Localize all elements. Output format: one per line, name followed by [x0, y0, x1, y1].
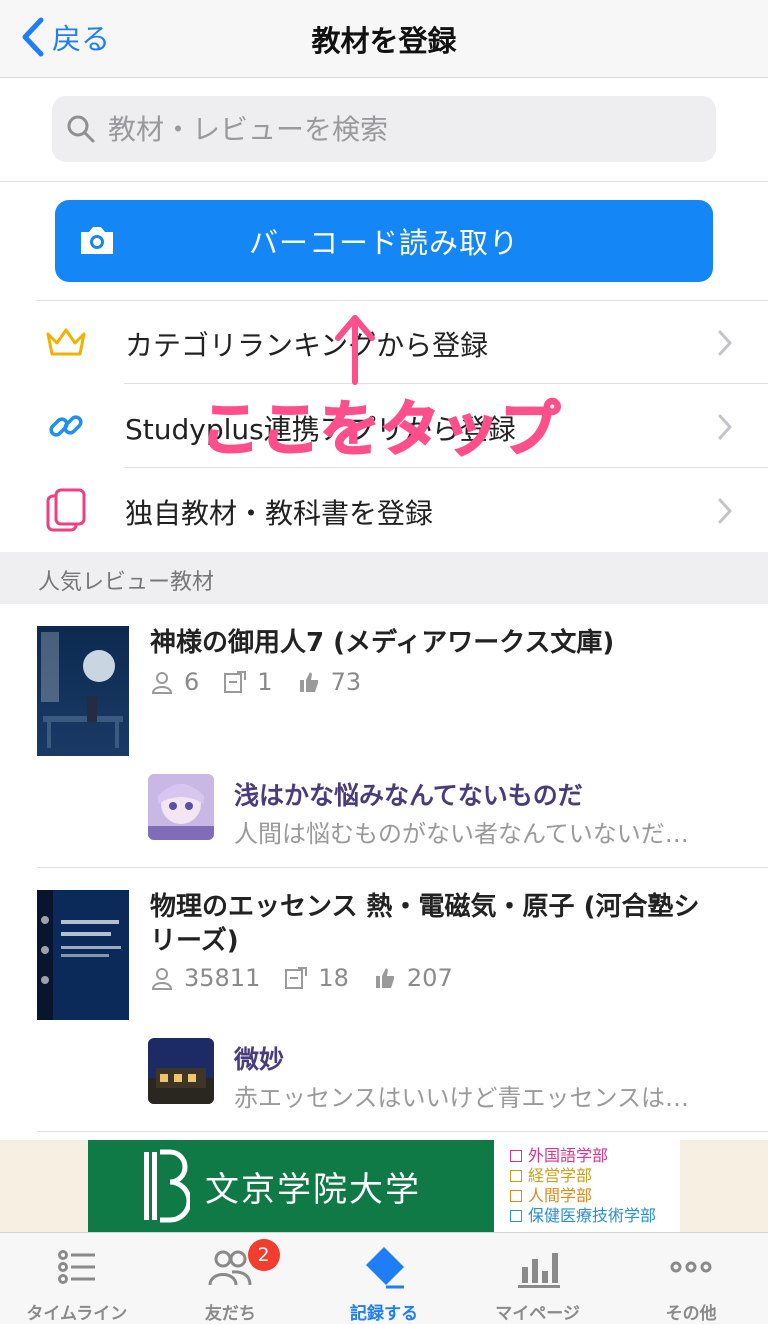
chevron-right-icon — [718, 498, 732, 524]
menu-item-custom-material[interactable]: 独自教材・教科書を登録 — [0, 468, 768, 552]
chevron-right-icon — [718, 414, 732, 440]
search-icon — [67, 115, 95, 143]
tab-more[interactable]: その他 — [614, 1233, 768, 1324]
book-stats: 6 1 73 — [150, 668, 385, 696]
bar-chart-icon — [517, 1253, 560, 1288]
search-field[interactable] — [52, 96, 716, 162]
camera-icon — [81, 227, 113, 254]
register-menu: カテゴリランキングから登録 Studyplus連携アプリから登録 独自教材・教科… — [0, 300, 768, 552]
menu-item-category-ranking[interactable]: カテゴリランキングから登録 — [0, 300, 768, 384]
review-title: 浅はかな悩みなんてないものだ — [234, 781, 583, 810]
friends-icon — [208, 1250, 252, 1286]
search-area — [0, 78, 768, 182]
tab-timeline[interactable]: タイムライン — [0, 1233, 154, 1324]
thumbs-up-icon — [375, 968, 394, 988]
barcode-scan-label: バーコード読み取り — [248, 226, 519, 260]
pencil-icon — [365, 1247, 404, 1289]
reviews-count: 1 — [257, 668, 273, 696]
tab-record[interactable]: 記録する — [307, 1233, 461, 1324]
book-stats: 35811 18 207 — [150, 964, 477, 992]
tab-label: タイムライン — [26, 1304, 128, 1324]
reviews-count: 18 — [318, 964, 349, 992]
ad-faculty-label: 保健医療技術学部 — [528, 1206, 657, 1225]
book-cover — [37, 626, 129, 756]
menu-item-label: Studyplus連携アプリから登録 — [125, 413, 516, 446]
menu-item-label: 独自教材・教科書を登録 — [125, 497, 434, 530]
barcode-scan-button[interactable]: バーコード読み取り — [55, 200, 713, 282]
tab-label: マイページ — [495, 1304, 580, 1324]
divider — [37, 1131, 768, 1132]
likes-count: 207 — [406, 964, 453, 992]
thumbs-up-icon — [299, 672, 318, 692]
reviewer-avatar — [148, 774, 214, 840]
ad-faculty-item: 経営学部 — [510, 1166, 680, 1186]
ad-faculty-list: 外国語学部 経営学部 人間学部 保健医療技術学部 — [494, 1140, 680, 1232]
tab-bar: タイムライン 2 友だち 記録する マイページ その他 — [0, 1232, 768, 1324]
user-icon — [151, 672, 173, 694]
tab-label: 友だち — [204, 1304, 256, 1324]
tab-friends[interactable]: 2 友だち — [154, 1233, 308, 1324]
checkbox-icon — [510, 1210, 522, 1222]
notebook-icon — [46, 488, 86, 532]
search-input[interactable] — [108, 112, 668, 146]
menu-item-studyplus-apps[interactable]: Studyplus連携アプリから登録 — [0, 384, 768, 468]
review-text: 人間は悩むものがない者なんていないだ… — [234, 820, 689, 848]
page-title: 教材を登録 — [311, 24, 457, 58]
checkbox-icon — [510, 1150, 522, 1162]
user-icon — [151, 968, 173, 990]
ad-faculty-label: 人間学部 — [528, 1186, 593, 1205]
ad-faculty-item: 保健医療技術学部 — [510, 1206, 680, 1226]
book-title: 物理のエッセンス 熱・電磁気・原子 (河合塾シリーズ) — [150, 892, 700, 956]
ad-faculty-label: 外国語学部 — [528, 1146, 609, 1165]
book-item[interactable]: 神様の御用人7 (メディアワークス文庫) 6 1 73 浅はかな悩みなんてないも… — [0, 604, 768, 868]
book-cover — [37, 890, 129, 1020]
book-title: 神様の御用人7 (メディアワークス文庫) — [150, 628, 615, 658]
tab-label: 記録する — [349, 1304, 418, 1324]
link-icon — [49, 415, 83, 437]
users-count: 35811 — [184, 964, 261, 992]
ad-banner[interactable]: 文京学院大学 外国語学部 経営学部 人間学部 保健医療技術学部 — [0, 1140, 768, 1232]
divider — [36, 300, 768, 301]
checkbox-icon — [510, 1170, 522, 1182]
tab-label: その他 — [665, 1304, 717, 1324]
more-dots-icon — [670, 1261, 712, 1273]
crown-icon — [46, 328, 86, 356]
review-item[interactable]: 微妙 赤エッセンスはいいけど青エッセンスは… — [148, 1038, 748, 1112]
ad-university-name: 文京学院大学 — [205, 1170, 421, 1210]
reviewer-avatar — [148, 1038, 214, 1104]
chevron-right-icon — [718, 330, 732, 356]
ad-faculty-item: 外国語学部 — [510, 1146, 680, 1166]
list-icon — [57, 1250, 95, 1284]
notification-badge: 2 — [247, 1239, 280, 1271]
section-header: 人気レビュー教材 — [0, 552, 768, 604]
likes-count: 73 — [330, 668, 362, 696]
checkbox-icon — [510, 1190, 522, 1202]
university-logo — [144, 1149, 190, 1223]
ad-faculty-item: 人間学部 — [510, 1186, 680, 1206]
review-icon — [224, 671, 247, 693]
tab-mypage[interactable]: マイページ — [461, 1233, 615, 1324]
navigation-bar: 戻る 教材を登録 — [0, 0, 768, 78]
users-count: 6 — [184, 668, 200, 696]
review-item[interactable]: 浅はかな悩みなんてないものだ 人間は悩むものがない者なんていないだ… — [148, 774, 748, 848]
ad-faculty-label: 経営学部 — [528, 1166, 593, 1185]
review-title: 微妙 — [234, 1045, 285, 1074]
menu-item-label: カテゴリランキングから登録 — [125, 329, 489, 362]
review-text: 赤エッセンスはいいけど青エッセンスは… — [234, 1084, 690, 1112]
review-icon — [285, 967, 308, 989]
section-title: 人気レビュー教材 — [38, 570, 215, 595]
book-item[interactable]: 物理のエッセンス 熱・電磁気・原子 (河合塾シリーズ) 35811 18 207… — [0, 868, 768, 1132]
